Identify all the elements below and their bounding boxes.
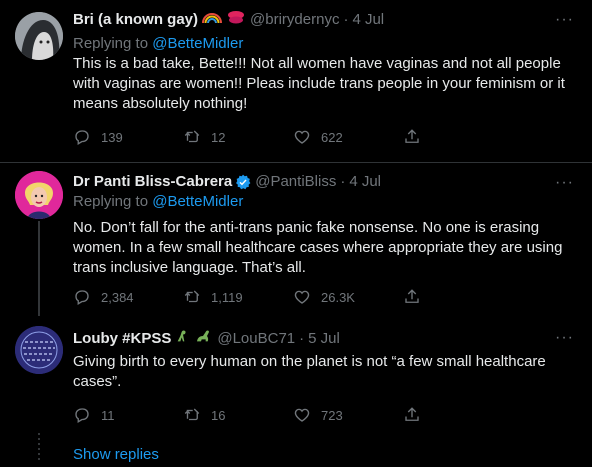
share-button[interactable] xyxy=(403,405,513,425)
tweet-text: This is a bad take, Bette!!! Not all wom… xyxy=(73,55,565,112)
like-count: 723 xyxy=(321,407,343,423)
show-replies-link[interactable]: Show replies xyxy=(73,445,159,465)
share-icon xyxy=(405,407,419,421)
share-icon xyxy=(405,289,419,303)
more-icon[interactable]: ··· xyxy=(555,12,574,28)
more-icon[interactable]: ··· xyxy=(555,330,574,346)
tweet-text: No. Don’t fall for the anti-trans panic … xyxy=(73,219,563,276)
avatar-panti[interactable] xyxy=(15,171,63,219)
like-count: 26.3K xyxy=(321,289,355,305)
reply-icon xyxy=(75,408,89,423)
thread-line xyxy=(38,221,40,316)
reply-icon xyxy=(75,290,89,305)
retweet-count: 1,119 xyxy=(211,289,243,305)
share-icon xyxy=(405,129,419,143)
separator-dot: · xyxy=(340,173,346,190)
replying-to-label: Replying to xyxy=(73,193,149,210)
display-name[interactable]: Louby #KPSS xyxy=(73,329,171,349)
like-icon xyxy=(294,130,310,144)
replying-to: Replying to @BetteMidler xyxy=(73,192,243,212)
display-name[interactable]: Dr Panti Bliss-Cabrera xyxy=(73,172,232,192)
like-icon xyxy=(294,408,310,422)
dinosaur-icon xyxy=(175,328,191,350)
display-name[interactable]: Bri (a known gay) xyxy=(73,10,198,30)
tweet-actions: 139 12 622 xyxy=(73,127,513,147)
reply-count: 2,384 xyxy=(101,289,134,305)
retweet-icon xyxy=(184,130,200,143)
like-button[interactable]: 622 xyxy=(293,127,403,147)
reply-button[interactable]: 11 xyxy=(73,405,183,425)
like-button[interactable]: 26.3K xyxy=(293,287,403,307)
like-count: 622 xyxy=(321,129,343,145)
handle[interactable]: @brirydernyc xyxy=(250,10,339,30)
tweet-actions: 2,384 1,119 26.3K xyxy=(73,287,513,307)
thread-continuation-dots xyxy=(38,433,40,463)
replying-to: Replying to @BetteMidler xyxy=(73,34,243,54)
reply-count: 139 xyxy=(101,129,123,145)
dinosaur-icon xyxy=(195,328,211,350)
more-icon[interactable]: ··· xyxy=(555,175,574,191)
avatar-louby[interactable] xyxy=(15,326,63,374)
timestamp[interactable]: 4 Jul xyxy=(349,172,381,192)
retweet-count: 12 xyxy=(211,129,226,145)
reply-count: 11 xyxy=(101,407,115,423)
retweet-button[interactable]: 1,119 xyxy=(183,287,293,307)
reply-button[interactable]: 139 xyxy=(73,127,183,147)
share-button[interactable] xyxy=(403,127,513,147)
separator-dot: · xyxy=(343,11,349,28)
share-button[interactable] xyxy=(403,287,513,307)
rainbow-icon xyxy=(202,10,223,30)
tweet-text: Giving birth to every human on the plane… xyxy=(73,353,546,390)
reply-icon xyxy=(75,130,89,145)
tweet-3[interactable]: Louby #KPSS @LouBC71 · 5 Jul ··· Giving … xyxy=(0,316,592,436)
separator-dot: · xyxy=(299,330,305,347)
retweet-icon xyxy=(184,408,200,421)
tweet-1[interactable]: Bri (a known gay) @brirydernyc · 4 Jul ·… xyxy=(0,0,592,162)
tweet-2[interactable]: Dr Panti Bliss-Cabrera @PantiBliss · 4 J… xyxy=(0,163,592,313)
reply-button[interactable]: 2,384 xyxy=(73,287,183,307)
retweet-button[interactable]: 16 xyxy=(183,405,293,425)
retweet-count: 16 xyxy=(211,407,226,423)
like-icon xyxy=(294,290,310,304)
replying-to-link[interactable]: @BetteMidler xyxy=(152,193,243,210)
timestamp[interactable]: 4 Jul xyxy=(352,10,384,30)
retweet-icon xyxy=(184,290,200,303)
handle[interactable]: @LouBC71 xyxy=(217,329,295,349)
replying-to-link[interactable]: @BetteMidler xyxy=(152,35,243,52)
kiss-mark-icon xyxy=(226,10,246,30)
timestamp[interactable]: 5 Jul xyxy=(308,329,340,349)
avatar-bri[interactable] xyxy=(15,12,63,60)
replying-to-label: Replying to xyxy=(73,35,149,52)
like-button[interactable]: 723 xyxy=(293,405,403,425)
handle[interactable]: @PantiBliss xyxy=(255,172,336,192)
tweet-actions: 11 16 723 xyxy=(73,405,513,425)
verified-badge-icon xyxy=(235,174,251,190)
retweet-button[interactable]: 12 xyxy=(183,127,293,147)
